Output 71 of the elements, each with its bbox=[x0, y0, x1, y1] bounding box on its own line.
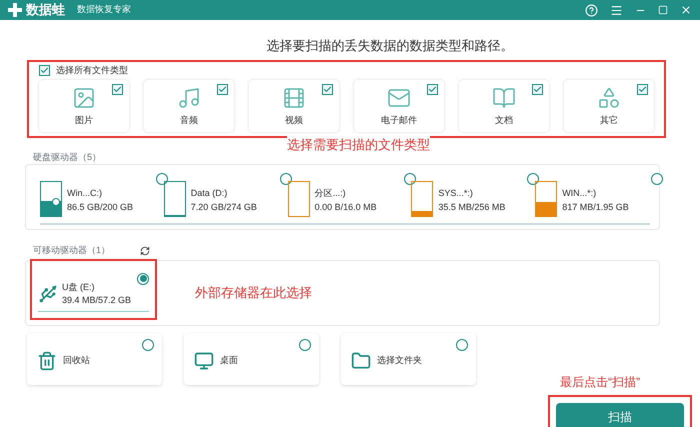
location-card[interactable]: 回收站 bbox=[27, 332, 162, 384]
file-type-label: 视频 bbox=[285, 114, 303, 127]
location-label: 回收站 bbox=[63, 354, 90, 367]
file-type-card[interactable]: 其它 bbox=[564, 80, 654, 132]
radio-button[interactable] bbox=[280, 173, 292, 185]
radio-button[interactable] bbox=[299, 338, 311, 350]
drive-usage: 0.00 B/16.0 MB bbox=[314, 200, 377, 214]
film-icon bbox=[282, 86, 306, 110]
annotation-text: 最后点击“扫描” bbox=[560, 374, 640, 390]
radio-button[interactable] bbox=[404, 173, 416, 185]
drive-highlight[interactable]: U盘 (E:) 39.4 MB/57.2 GB bbox=[30, 258, 157, 320]
cross-logo-icon bbox=[8, 3, 22, 17]
radio-button[interactable] bbox=[137, 272, 149, 284]
checkbox[interactable] bbox=[39, 64, 50, 76]
trash-icon bbox=[37, 350, 57, 370]
usb-drive-icon bbox=[38, 284, 58, 304]
app-name: 数据蛙 bbox=[26, 1, 65, 20]
file-type-label: 其它 bbox=[600, 114, 618, 127]
checkbox[interactable] bbox=[217, 84, 228, 95]
drive-name: U盘 (E:) bbox=[62, 280, 96, 294]
file-type-card[interactable]: 图片 bbox=[39, 80, 129, 132]
page-heading: 选择要扫描的丢失数据的数据类型和路径。 bbox=[266, 37, 514, 55]
drive-name: Win...C:) bbox=[67, 187, 103, 200]
checkbox[interactable] bbox=[532, 84, 543, 95]
select-all-label: 选择所有文件类型 bbox=[56, 64, 128, 76]
app-subtitle: 数据恢复专家 bbox=[77, 3, 131, 16]
image-icon bbox=[72, 86, 96, 110]
drive-usage: 817 MB/1.95 GB bbox=[562, 200, 629, 214]
radio-button[interactable] bbox=[456, 338, 468, 350]
close-icon[interactable] bbox=[680, 4, 692, 16]
file-type-card[interactable]: 文档 bbox=[459, 80, 549, 132]
file-type-label: 图片 bbox=[75, 114, 93, 127]
scan-button[interactable]: 扫描 bbox=[556, 402, 684, 427]
maximize-icon[interactable] bbox=[658, 5, 668, 15]
drive-usage: 35.5 MB/256 MB bbox=[438, 200, 506, 214]
section-title: 可移动驱动器（1） bbox=[33, 244, 110, 257]
checkbox[interactable] bbox=[112, 84, 123, 95]
location-card[interactable]: 桌面 bbox=[184, 332, 319, 384]
help-icon[interactable] bbox=[585, 4, 598, 16]
drive-name: Data (D:) bbox=[190, 187, 228, 200]
location-label: 选择文件夹 bbox=[377, 354, 422, 367]
location-label: 桌面 bbox=[220, 354, 238, 367]
annotation-text: 外部存储器在此选择 bbox=[195, 284, 312, 302]
drive-usage: 7.20 GB/274 GB bbox=[190, 200, 257, 214]
radio-button[interactable] bbox=[651, 173, 664, 185]
file-type-label: 音频 bbox=[180, 114, 198, 127]
radio-button[interactable] bbox=[142, 338, 154, 350]
checkbox[interactable] bbox=[322, 84, 333, 95]
file-type-card[interactable]: 视频 bbox=[249, 80, 339, 132]
file-type-label: 电子邮件 bbox=[381, 114, 417, 127]
file-type-card[interactable]: 音频 bbox=[144, 80, 234, 132]
checkbox[interactable] bbox=[427, 84, 438, 95]
checkbox[interactable] bbox=[637, 84, 648, 95]
file-type-card[interactable]: 电子邮件 bbox=[354, 80, 444, 132]
radio-button[interactable] bbox=[527, 173, 540, 185]
menu-icon[interactable] bbox=[610, 4, 623, 16]
location-card[interactable]: 选择文件夹 bbox=[341, 332, 476, 384]
drive-name: 分区...:) bbox=[314, 187, 347, 200]
music-icon bbox=[177, 86, 201, 110]
refresh-icon[interactable] bbox=[140, 246, 150, 256]
drive-name: SYS...*:) bbox=[438, 187, 474, 200]
monitor-icon bbox=[194, 350, 214, 370]
drive-usage: 39.4 MB/57.2 GB bbox=[62, 294, 132, 307]
drive-name: WIN...*:) bbox=[562, 187, 598, 200]
folder-icon bbox=[351, 350, 371, 370]
drive-usage: 86.5 GB/200 GB bbox=[67, 200, 134, 214]
book-icon bbox=[492, 86, 516, 110]
radio-button[interactable] bbox=[156, 173, 168, 185]
file-type-label: 文档 bbox=[495, 114, 513, 127]
shapes-icon bbox=[597, 86, 621, 110]
section-title: 硬盘驱动器（5） bbox=[33, 152, 102, 162]
